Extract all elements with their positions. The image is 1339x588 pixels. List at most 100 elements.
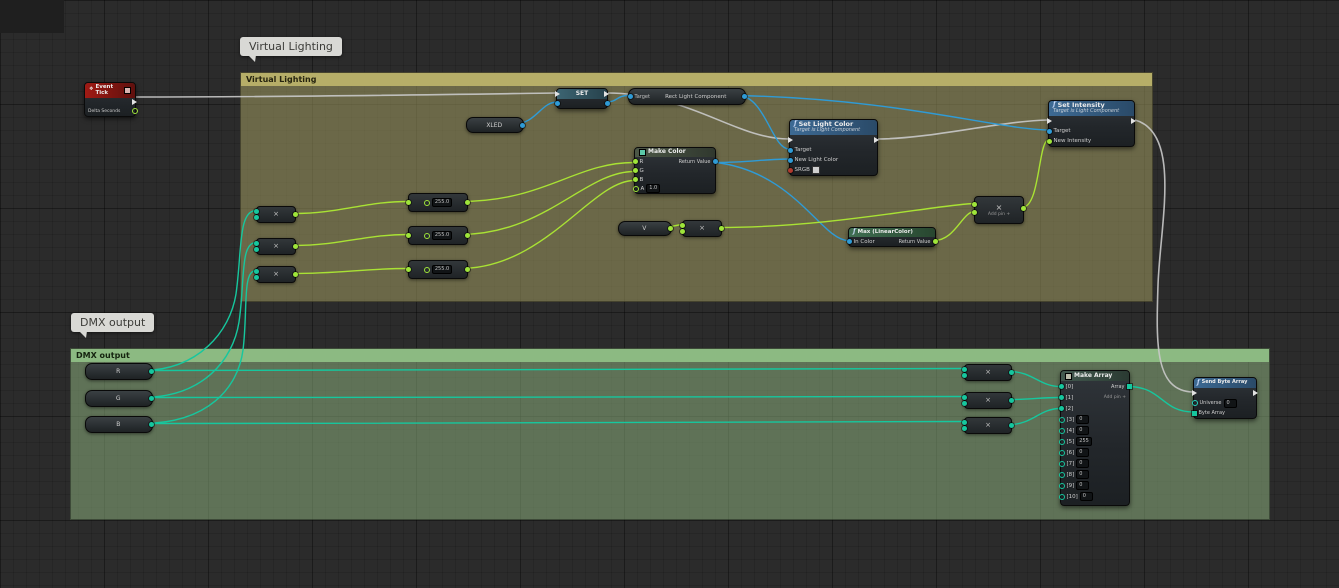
pin-exec-out[interactable] [132,99,137,105]
pin-out[interactable] [719,226,724,231]
node-event-tick[interactable]: ❖ Event Tick Delta Seconds [84,82,136,117]
pin-out[interactable] [293,212,298,217]
pin-element-7[interactable] [1059,461,1065,467]
pin-a-in[interactable] [254,241,259,246]
pin-out[interactable] [465,200,470,205]
pin-a-in[interactable] [972,202,977,207]
pin-exec-in[interactable] [1047,118,1052,124]
pin-universe-in[interactable] [1192,400,1198,406]
element-5-input[interactable]: 255 [1076,437,1092,446]
wire-b-to-multb[interactable] [143,271,256,424]
wire-divider-to-makecolor-r[interactable] [460,163,634,202]
pin-target-in[interactable] [788,148,793,153]
element-3-input[interactable]: 0 [1076,415,1089,424]
pin-b-in[interactable] [254,275,259,280]
node-divide-r[interactable]: 255.0 [408,193,468,212]
pin-element-0[interactable] [1059,384,1064,389]
pin-b-in[interactable] [254,215,259,220]
wire-divideb-to-makecolor-b[interactable] [460,181,634,269]
wire-rectlight-to-setlightcolor-target[interactable] [738,96,789,150]
node-multiply-dmx-g[interactable]: × [964,392,1012,409]
wire-g-to-dmxmultg[interactable] [143,397,964,398]
pin-exec-out[interactable] [874,137,879,143]
node-get-rect-light-component[interactable]: Target Rect Light Component [628,88,746,105]
pin-a-in[interactable] [680,223,685,228]
node-get-g[interactable]: G [85,390,153,407]
pin-b-in[interactable] [633,177,638,182]
wire-multiply-to-newintensity[interactable] [1022,140,1048,208]
wire-multb-to-divideb[interactable] [294,269,408,274]
node-set-intensity[interactable]: ƒ Set Intensity Target is Light Componen… [1048,100,1135,147]
pin-element-6[interactable] [1059,450,1065,456]
node-get-r[interactable]: R [85,363,153,380]
pin-out[interactable] [1009,423,1014,428]
pin-array-out[interactable] [1127,384,1132,389]
node-set-light-color[interactable]: ƒ Set Light Color Target is Light Compon… [789,119,878,176]
pin-a-in[interactable] [962,395,967,400]
pin-component-out[interactable] [742,94,747,99]
wire-rectlight-to-setintensity-target[interactable] [738,96,1048,131]
pin-value-in[interactable] [555,101,560,106]
element-6-input[interactable]: 0 [1076,448,1089,457]
add-pin-button[interactable]: Add pin + [988,212,1010,217]
pin-a-in[interactable] [406,267,411,272]
pin-a-in[interactable] [962,420,967,425]
pin-out[interactable] [1009,398,1014,403]
pin-r-out[interactable] [149,369,154,374]
pin-b-in[interactable] [424,267,430,273]
pin-g-in[interactable] [633,168,638,173]
pin-target-in[interactable] [628,94,633,99]
element-8-input[interactable]: 0 [1076,470,1089,479]
pin-b-in[interactable] [424,233,430,239]
wire-divideg-to-makecolor-g[interactable] [460,172,634,235]
wire-exec-setlightcolor-to-setintensity[interactable] [877,120,1048,139]
wire-set-to-rectlight-target[interactable] [607,96,628,103]
pin-target-in[interactable] [1047,129,1052,134]
universe-input[interactable]: 0 [1224,399,1237,408]
pin-a-in[interactable] [406,233,411,238]
pin-a-in[interactable] [406,200,411,205]
pin-element-5[interactable] [1059,439,1065,445]
pin-srgb-in[interactable] [788,168,793,173]
pin-delta-seconds-out[interactable] [132,108,138,114]
element-9-input[interactable]: 0 [1076,481,1089,490]
pin-out[interactable] [1009,370,1014,375]
pin-byte-array-in[interactable] [1192,411,1197,416]
divisor-input[interactable]: 255.0 [432,231,452,240]
node-get-v[interactable]: V [618,221,672,236]
pin-element-9[interactable] [1059,483,1065,489]
wire-dmxmultr-to-array0[interactable] [1010,372,1060,387]
pin-exec-in[interactable] [555,91,560,97]
wire-multr-to-divider[interactable] [294,202,408,214]
pin-exec-in[interactable] [1192,390,1197,396]
pin-new-light-color-in[interactable] [788,158,793,163]
pin-new-intensity-in[interactable] [1047,139,1052,144]
pin-b-in[interactable] [972,210,977,215]
pin-element-4[interactable] [1059,428,1065,434]
element-7-input[interactable]: 0 [1076,459,1089,468]
pin-a-in[interactable] [254,269,259,274]
pin-g-out[interactable] [149,396,154,401]
node-send-byte-array[interactable]: ƒ Send Byte Array Universe 0 Byte Array [1193,377,1257,419]
pin-return-value-out[interactable] [933,239,938,244]
node-multiply-v[interactable]: × [682,220,722,237]
wire-max-to-multiply[interactable] [934,212,974,241]
node-get-b[interactable]: B [85,416,153,433]
pin-out[interactable] [465,267,470,272]
pin-out[interactable] [293,272,298,277]
pin-element-1[interactable] [1059,395,1064,400]
pin-b-in[interactable] [962,426,967,431]
a-value-input[interactable]: 1.0 [646,184,660,193]
pin-b-in[interactable] [254,247,259,252]
wire-multv-to-multiply[interactable] [720,204,974,228]
pin-out[interactable] [293,244,298,249]
pin-b-out[interactable] [149,422,154,427]
node-multiply-g[interactable]: × [256,238,296,255]
wire-multg-to-divideg[interactable] [294,235,408,246]
node-make-array[interactable]: Make Array [0] Array [1] Add pin + [2] [… [1060,370,1130,506]
node-multiply-dmx-r[interactable]: × [964,364,1012,381]
wire-r-to-dmxmultr[interactable] [143,369,964,371]
pin-element-10[interactable] [1059,494,1065,500]
pin-a-in[interactable] [962,367,967,372]
pin-exec-out[interactable] [1253,390,1258,396]
